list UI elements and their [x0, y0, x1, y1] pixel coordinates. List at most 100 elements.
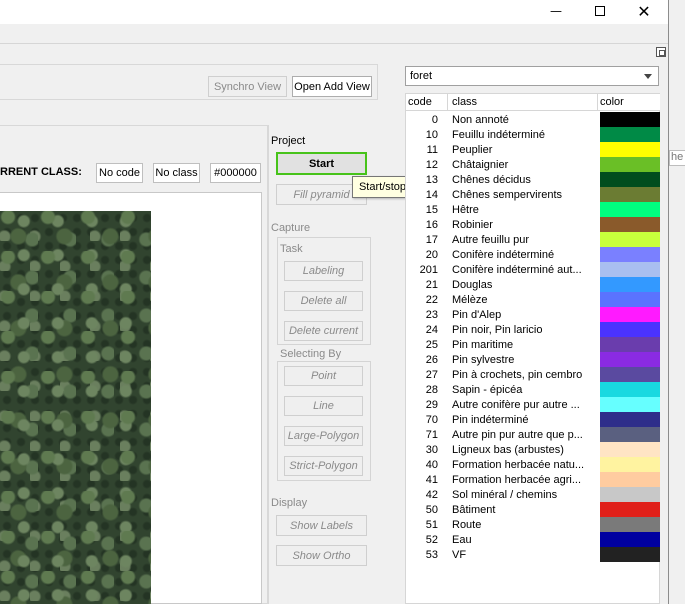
class-color-swatch[interactable]	[600, 127, 660, 142]
table-row[interactable]: 15 Hêtre	[406, 202, 660, 217]
class-name-cell: Mélèze	[452, 293, 488, 306]
class-name-cell: Conifère indéterminé	[452, 248, 555, 261]
class-color-swatch[interactable]	[600, 442, 660, 457]
class-color-swatch[interactable]	[600, 367, 660, 382]
table-row[interactable]: 201 Conifère indéterminé aut...	[406, 262, 660, 277]
show-ortho-button[interactable]: Show Ortho	[276, 545, 367, 566]
class-code-cell: 12	[425, 158, 438, 171]
class-name-cell: Feuillu indéterminé	[452, 128, 545, 141]
class-color-swatch[interactable]	[600, 397, 660, 412]
table-row[interactable]: 16 Robinier	[406, 217, 660, 232]
class-name-cell: Chênes sempervirents	[452, 188, 563, 201]
undock-icon[interactable]	[656, 47, 666, 57]
table-row[interactable]: 20 Conifère indéterminé	[406, 247, 660, 262]
table-row[interactable]: 22 Mélèze	[406, 292, 660, 307]
minimize-icon[interactable]: —	[534, 0, 578, 22]
show-labels-button[interactable]: Show Labels	[276, 515, 367, 536]
table-row[interactable]: 50 Bâtiment	[406, 502, 660, 517]
column-header-color[interactable]: color	[598, 94, 660, 111]
class-table[interactable]: code class color 0 Non annoté 10 Feuillu in…	[405, 93, 660, 604]
table-row[interactable]: 21 Douglas	[406, 277, 660, 292]
point-button[interactable]: Point	[284, 366, 363, 386]
column-header-class[interactable]: class	[448, 94, 598, 111]
class-color-swatch[interactable]	[600, 277, 660, 292]
class-color-swatch[interactable]	[600, 502, 660, 517]
class-name-cell: Non annoté	[452, 113, 509, 126]
class-code-cell: 14	[425, 188, 438, 201]
class-code-cell: 42	[425, 488, 438, 501]
large-polygon-button[interactable]: Large-Polygon	[284, 426, 363, 446]
table-row[interactable]: 40 Formation herbacée natu...	[406, 457, 660, 472]
toolbar-strip	[0, 24, 670, 44]
table-row[interactable]: 17 Autre feuillu pur	[406, 232, 660, 247]
class-color-swatch[interactable]	[600, 532, 660, 547]
class-color-swatch[interactable]	[600, 187, 660, 202]
class-code-cell: 70	[425, 413, 438, 426]
class-code-cell: 30	[425, 443, 438, 456]
class-color-swatch[interactable]	[600, 202, 660, 217]
column-header-code[interactable]: code	[406, 94, 448, 111]
table-row[interactable]: 12 Châtaignier	[406, 157, 660, 172]
table-row[interactable]: 29 Autre conifère pur autre ...	[406, 397, 660, 412]
class-color-swatch[interactable]	[600, 262, 660, 277]
class-color-swatch[interactable]	[600, 472, 660, 487]
table-row[interactable]: 26 Pin sylvestre	[406, 352, 660, 367]
table-row[interactable]: 25 Pin maritime	[406, 337, 660, 352]
table-row[interactable]: 24 Pin noir, Pin laricio	[406, 322, 660, 337]
table-row[interactable]: 52 Eau	[406, 532, 660, 547]
strict-polygon-button[interactable]: Strict-Polygon	[284, 456, 363, 476]
open-add-view-button[interactable]: Open Add View	[292, 76, 372, 97]
labeling-button[interactable]: Labeling	[284, 261, 363, 281]
delete-current-button[interactable]: Delete current	[284, 321, 363, 341]
class-color-swatch[interactable]	[600, 382, 660, 397]
class-color-swatch[interactable]	[600, 307, 660, 322]
nomenclature-selected-value: foret	[410, 70, 433, 82]
table-row[interactable]: 13 Chênes décidus	[406, 172, 660, 187]
class-color-swatch[interactable]	[600, 547, 660, 562]
table-row[interactable]: 51 Route	[406, 517, 660, 532]
synchro-view-button[interactable]: Synchro View	[208, 76, 287, 97]
class-color-swatch[interactable]	[600, 427, 660, 442]
start-button[interactable]: Start	[276, 152, 367, 175]
table-row[interactable]: 28 Sapin - épicéa	[406, 382, 660, 397]
table-row[interactable]: 0 Non annoté	[406, 112, 660, 127]
class-color-swatch[interactable]	[600, 517, 660, 532]
orthophoto-image[interactable]	[0, 211, 151, 604]
class-color-swatch[interactable]	[600, 172, 660, 187]
class-color-swatch[interactable]	[600, 232, 660, 247]
class-code-cell: 29	[425, 398, 438, 411]
class-color-swatch[interactable]	[600, 292, 660, 307]
class-color-swatch[interactable]	[600, 157, 660, 172]
class-color-swatch[interactable]	[600, 142, 660, 157]
chevron-down-icon[interactable]	[644, 74, 652, 79]
class-color-swatch[interactable]	[600, 352, 660, 367]
class-color-swatch[interactable]	[600, 322, 660, 337]
maximize-icon[interactable]	[578, 0, 622, 22]
viewer-toolbar: Synchro View Open Add View	[0, 64, 378, 100]
table-row[interactable]: 14 Chênes sempervirents	[406, 187, 660, 202]
table-row[interactable]: 11 Peuplier	[406, 142, 660, 157]
class-color-swatch[interactable]	[600, 112, 660, 127]
class-color-swatch[interactable]	[600, 217, 660, 232]
class-color-swatch[interactable]	[600, 487, 660, 502]
class-color-swatch[interactable]	[600, 457, 660, 472]
table-row[interactable]: 27 Pin à crochets, pin cembro	[406, 367, 660, 382]
table-row[interactable]: 53 VF	[406, 547, 660, 562]
class-name-cell: Formation herbacée agri...	[452, 473, 582, 486]
table-row[interactable]: 70 Pin indéterminé	[406, 412, 660, 427]
table-row[interactable]: 71 Autre pin pur autre que p...	[406, 427, 660, 442]
table-row[interactable]: 10 Feuillu indéterminé	[406, 127, 660, 142]
nomenclature-select[interactable]: foret	[405, 66, 659, 86]
table-row[interactable]: 41 Formation herbacée agri...	[406, 472, 660, 487]
class-color-swatch[interactable]	[600, 412, 660, 427]
table-row[interactable]: 42 Sol minéral / chemins	[406, 487, 660, 502]
table-row[interactable]: 23 Pin d'Alep	[406, 307, 660, 322]
class-code-cell: 10	[425, 128, 438, 141]
table-row[interactable]: 30 Ligneux bas (arbustes)	[406, 442, 660, 457]
class-color-swatch[interactable]	[600, 337, 660, 352]
delete-all-button[interactable]: Delete all	[284, 291, 363, 311]
class-color-swatch[interactable]	[600, 247, 660, 262]
close-icon[interactable]: ✕	[622, 0, 666, 22]
line-button[interactable]: Line	[284, 396, 363, 416]
class-name-cell: Conifère indéterminé aut...	[452, 263, 582, 276]
